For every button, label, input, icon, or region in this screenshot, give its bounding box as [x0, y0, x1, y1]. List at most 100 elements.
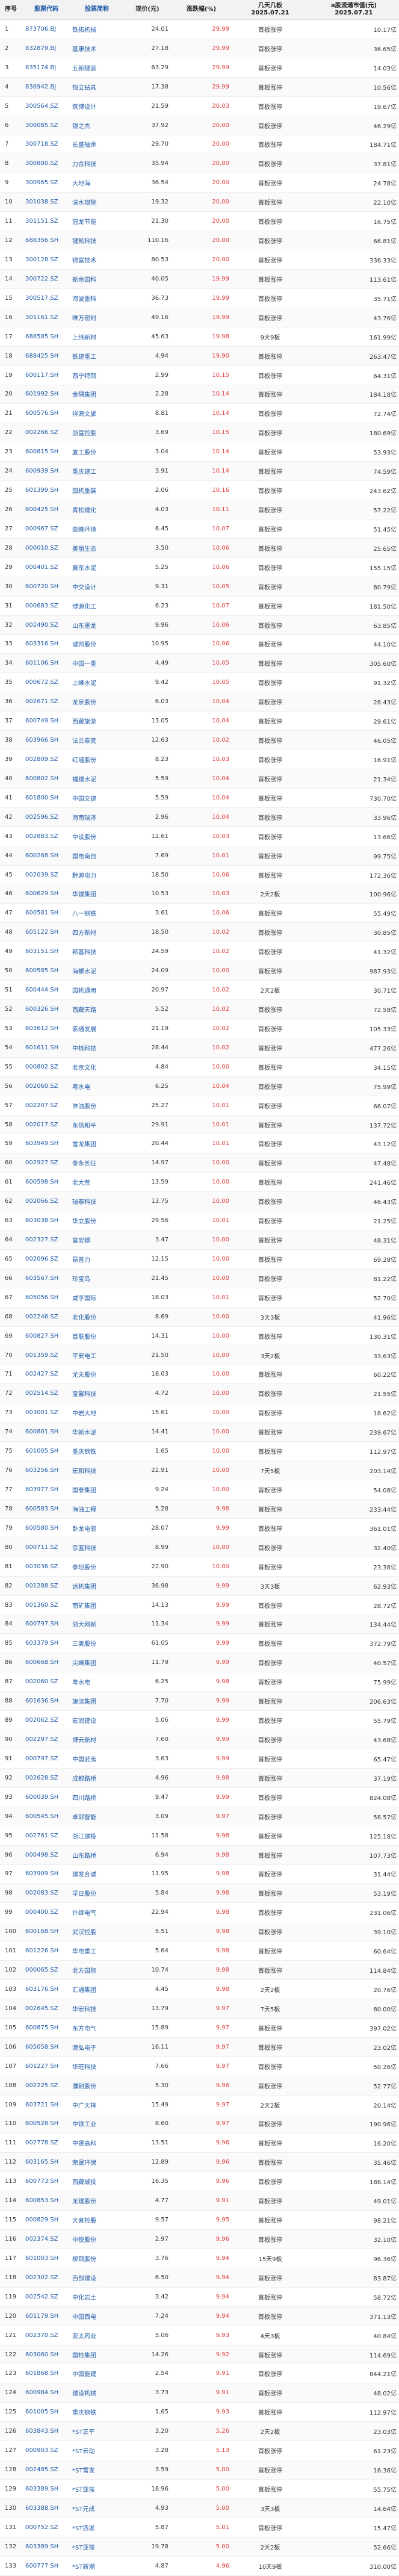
- cell-name[interactable]: 国机重装: [70, 486, 124, 495]
- cell-name[interactable]: 天音控股: [70, 2215, 124, 2224]
- cell-code[interactable]: 688356.SH: [23, 237, 70, 244]
- cell-code[interactable]: 600598.SH: [23, 1179, 70, 1185]
- table-row[interactable]: 117 601003.SH 柳钢股份 3.76 9.94 15天9板 96.36亿: [0, 2249, 399, 2268]
- table-row[interactable]: 115 000829.SH 天音控股 9.57 9.95 首板涨停 98.21亿: [0, 2211, 399, 2230]
- cell-code[interactable]: 300718.SZ: [23, 141, 70, 147]
- cell-name[interactable]: 铁拓机械: [70, 25, 124, 34]
- table-row[interactable]: 35 000672.SZ 上峰水泥 9.42 10.05 首板涨停 91.32亿: [0, 673, 399, 693]
- cell-name[interactable]: 东信和平: [70, 1120, 124, 1129]
- table-row[interactable]: 113 600773.SH 西藏城投 16.35 9.96 首板涨停 188.14亿: [0, 2172, 399, 2192]
- cell-code[interactable]: 002761.SZ: [23, 1833, 70, 1839]
- table-row[interactable]: 40 600802.SH 福建水泥 5.59 10.04 首板涨停 21.34亿: [0, 769, 399, 789]
- table-row[interactable]: 81 003036.SZ 泰坦股份 22.90 10.00 首板涨停 23.38亿: [0, 1557, 399, 1577]
- cell-name[interactable]: 北化股份: [70, 1312, 124, 1321]
- table-row[interactable]: 7 300718.SZ 长盛轴承 29.70 20.00 首板涨停 184.71亿: [0, 135, 399, 155]
- cell-name[interactable]: 四方新材: [70, 928, 124, 937]
- table-row[interactable]: 18 688425.SH 铁建重工 4.94 19.90 首板涨停 263.47亿: [0, 346, 399, 366]
- cell-name[interactable]: 五新隧装: [70, 63, 124, 72]
- table-row[interactable]: 83 001360.SZ 南矿集团 14.13 9.99 首板涨停 28.72亿: [0, 1595, 399, 1615]
- cell-code[interactable]: 603256.SH: [23, 1467, 70, 1474]
- cell-name[interactable]: 华立股份: [70, 1216, 124, 1225]
- table-row[interactable]: 32 002490.SZ 山东墨龙 9.96 10.06 首板涨停 63.85亿: [0, 615, 399, 635]
- cell-code[interactable]: 000903.SZ: [23, 2447, 70, 2454]
- cell-code[interactable]: 603721.SH: [23, 2102, 70, 2108]
- table-row[interactable]: 61 600598.SH 北大荒 13.59 10.00 首板涨停 241.46亿: [0, 1173, 399, 1193]
- cell-name[interactable]: 山东路桥: [70, 1851, 124, 1860]
- table-row[interactable]: 72 002514.SZ 宝馨科技 4.72 10.00 首板涨停 21.55亿: [0, 1384, 399, 1404]
- cell-name[interactable]: 尤夫股份: [70, 1370, 124, 1379]
- table-row[interactable]: 58 002017.SZ 东信和平 29.91 10.01 首板涨停 137.72亿: [0, 1115, 399, 1135]
- table-row[interactable]: 124 600984.SH 建设机械 3.73 9.91 首板涨停 48.02亿: [0, 2383, 399, 2403]
- table-row[interactable]: 93 600039.SH 四川路桥 9.47 9.99 首板涨停 824.08亿: [0, 1787, 399, 1807]
- cell-name[interactable]: 雪龙集团: [70, 1139, 124, 1148]
- cell-code[interactable]: 600875.SH: [23, 2025, 70, 2031]
- cell-name[interactable]: *ST雪发: [70, 2465, 124, 2474]
- cell-name[interactable]: 泰坦股份: [70, 1562, 124, 1571]
- cell-code[interactable]: 600939.SH: [23, 468, 70, 474]
- cell-code[interactable]: 002645.SZ: [23, 2005, 70, 2012]
- cell-code[interactable]: 603909.SH: [23, 1870, 70, 1877]
- table-row[interactable]: 102 000065.SZ 北方国际 10.74 9.98 首板涨停 114.84亿: [0, 1961, 399, 1981]
- cell-name[interactable]: 深水规院: [70, 197, 124, 206]
- cell-code[interactable]: 002514.SZ: [23, 1390, 70, 1397]
- table-row[interactable]: 109 603721.SH 中广天择 15.49 9.97 2天2板 20.14亿: [0, 2095, 399, 2115]
- cell-name[interactable]: 重庆钢铁: [70, 1447, 124, 1456]
- table-row[interactable]: 50 600585.SH 海螺水泥 24.09 10.00 首板涨停 987.93亿: [0, 961, 399, 981]
- cell-code[interactable]: 002596.SZ: [23, 814, 70, 821]
- cell-name[interactable]: 柳钢股份: [70, 2254, 124, 2263]
- table-row[interactable]: 59 603949.SH 雪龙集团 20.44 10.01 首板涨停 43.12亿: [0, 1134, 399, 1154]
- cell-name[interactable]: 祥源文旅: [70, 409, 124, 418]
- table-row[interactable]: 75 601005.SH 重庆钢铁 1.65 10.00 首板涨停 112.97亿: [0, 1442, 399, 1462]
- cell-code[interactable]: 002207.SZ: [23, 1102, 70, 1109]
- cell-name[interactable]: 中交设计: [70, 582, 124, 591]
- cell-name[interactable]: 濮耐股份: [70, 2081, 124, 2090]
- table-row[interactable]: 19 600117.SH 西宁特钢 2.99 10.15 首板涨停 64.31亿: [0, 365, 399, 385]
- table-row[interactable]: 121 002370.SZ 亚太药业 5.06 9.93 4天3板 40.84亿: [0, 2326, 399, 2345]
- table-row[interactable]: 66 603567.SH 珍宝岛 21.45 10.00 首板涨停 81.22亿: [0, 1268, 399, 1288]
- table-row[interactable]: 25 601399.SH 国机重装 2.06 10.16 首板涨停 243.62亿: [0, 481, 399, 501]
- cell-code[interactable]: 605058.SH: [23, 2044, 70, 2050]
- cell-name[interactable]: 平安电工: [70, 1351, 124, 1360]
- table-row[interactable]: 118 002302.SZ 西部建设 6.50 9.94 首板涨停 83.87亿: [0, 2268, 399, 2288]
- cell-code[interactable]: 002490.SZ: [23, 622, 70, 628]
- cell-name[interactable]: 华新水泥: [70, 1427, 124, 1436]
- table-row[interactable]: 92 002628.SZ 成都路桥 4.96 9.98 首板涨停 37.19亿: [0, 1768, 399, 1788]
- table-row[interactable]: 22 002266.SZ 浙富控股 3.69 10.15 首板涨停 180.69亿: [0, 423, 399, 443]
- cell-name[interactable]: 龙泉股份: [70, 697, 124, 706]
- table-row[interactable]: 87 002060.SZ 粤水电 6.25 9.98 首板涨停 75.99亿: [0, 1672, 399, 1692]
- table-row[interactable]: 98 002083.SZ 孚日股份 5.84 9.98 首板涨停 53.19亿: [0, 1884, 399, 1904]
- cell-name[interactable]: 黔源电力: [70, 871, 124, 880]
- cell-code[interactable]: 001288.SZ: [23, 1583, 70, 1589]
- table-row[interactable]: 23 600815.SH 厦工股份 3.04 10.14 首板涨停 53.93亿: [0, 442, 399, 462]
- cell-name[interactable]: 中锐股份: [70, 2235, 124, 2244]
- cell-code[interactable]: 000829.SH: [23, 2217, 70, 2223]
- cell-code[interactable]: 600720.SH: [23, 583, 70, 590]
- cell-code[interactable]: 601005.SH: [23, 2409, 70, 2415]
- table-row[interactable]: 21 600576.SH 祥源文旅 8.81 10.14 首板涨停 72.74亿: [0, 404, 399, 424]
- cell-code[interactable]: 601005.SH: [23, 1448, 70, 1454]
- cell-code[interactable]: 601179.SH: [23, 2313, 70, 2320]
- cell-code[interactable]: 600326.SH: [23, 1006, 70, 1013]
- table-row[interactable]: 52 600326.SH 西藏天路 5.52 10.02 首板涨停 72.58亿: [0, 1000, 399, 1019]
- cell-name[interactable]: 诚邦股份: [70, 639, 124, 648]
- cell-code[interactable]: 601399.SH: [23, 487, 70, 494]
- cell-code[interactable]: 601636.SH: [23, 1698, 70, 1704]
- cell-name[interactable]: 金隅集团: [70, 390, 124, 399]
- table-row[interactable]: 80 000711.SZ 京蓝科技 8.99 10.00 首板涨停 32.40亿: [0, 1538, 399, 1557]
- cell-code[interactable]: 832879.BJ: [23, 45, 70, 52]
- cell-code[interactable]: 605056.SH: [23, 1294, 70, 1301]
- cell-code[interactable]: 600039.SH: [23, 1794, 70, 1801]
- cell-code[interactable]: 603949.SH: [23, 1140, 70, 1147]
- cell-code[interactable]: 600984.SH: [23, 2389, 70, 2396]
- cell-code[interactable]: 002542.SZ: [23, 2294, 70, 2300]
- header-name[interactable]: 股票简称: [70, 0, 124, 19]
- cell-code[interactable]: 002246.SZ: [23, 1314, 70, 1320]
- cell-name[interactable]: 京蓝科技: [70, 1543, 124, 1552]
- table-row[interactable]: 94 600545.SH 卓郎智能 3.09 9.97 首板涨停 58.57亿: [0, 1807, 399, 1826]
- cell-code[interactable]: 600585.SH: [23, 967, 70, 974]
- cell-code[interactable]: 002266.SZ: [23, 429, 70, 436]
- table-row[interactable]: 74 600801.SH 华新水泥 14.41 10.00 首板涨停 239.67亿: [0, 1423, 399, 1442]
- table-row[interactable]: 54 601611.SH 中核科技 28.44 10.02 首板涨停 477.26亿: [0, 1038, 399, 1058]
- table-row[interactable]: 43 002883.SZ 中设股份 12.61 10.03 首板涨停 13.66亿: [0, 827, 399, 846]
- cell-name[interactable]: 西宁特钢: [70, 371, 124, 380]
